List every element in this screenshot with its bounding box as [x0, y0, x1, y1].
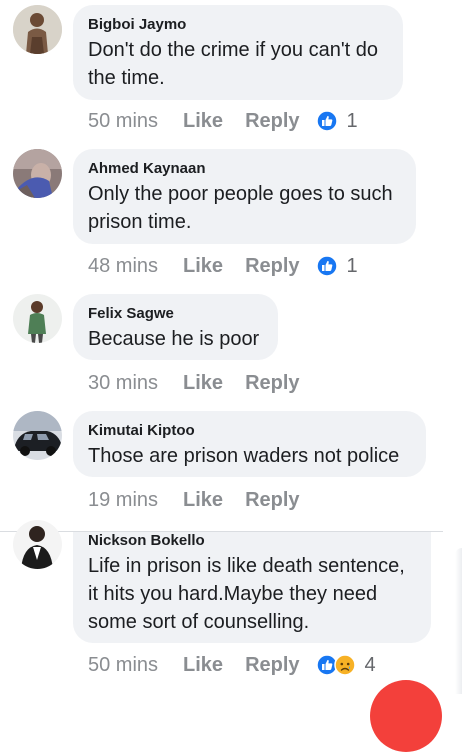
- avatar[interactable]: [13, 411, 62, 460]
- reply-button[interactable]: Reply: [245, 372, 299, 395]
- comment-time[interactable]: 50 mins: [88, 110, 158, 133]
- comment-actions: 50 mins Like Reply 4: [88, 652, 376, 678]
- reaction-summary[interactable]: 4: [315, 653, 376, 677]
- comment-author[interactable]: Bigboi Jaymo: [88, 16, 388, 34]
- comment-bubble: Ahmed Kaynaan Only the poor people goes …: [73, 149, 416, 244]
- like-button[interactable]: Like: [183, 110, 223, 133]
- comment-author[interactable]: Nickson Bokello: [88, 532, 416, 550]
- comment-text: Only the poor people goes to such prison…: [88, 183, 393, 233]
- comment-author[interactable]: Felix Sagwe: [88, 305, 263, 323]
- like-button[interactable]: Like: [183, 255, 223, 278]
- comment-bubble: Bigboi Jaymo Don't do the crime if you c…: [73, 5, 403, 100]
- like-button[interactable]: Like: [183, 372, 223, 395]
- like-button[interactable]: Like: [183, 654, 223, 677]
- comment-text: Don't do the crime if you can't do the t…: [88, 39, 379, 89]
- reply-button[interactable]: Reply: [245, 654, 299, 677]
- like-icon: [315, 110, 338, 132]
- comment-text: Because he is poor: [88, 328, 260, 350]
- comment-author[interactable]: Ahmed Kaynaan: [88, 160, 401, 178]
- reply-button[interactable]: Reply: [245, 110, 299, 133]
- reply-button[interactable]: Reply: [245, 489, 299, 512]
- reaction-count: 4: [364, 653, 376, 676]
- comment-actions: 30 mins Like Reply: [88, 370, 316, 396]
- comment-text: Those are prison waders not police: [88, 445, 400, 467]
- comment-bubble: Kimutai Kiptoo Those are prison waders n…: [73, 411, 426, 477]
- comment-time[interactable]: 30 mins: [88, 372, 158, 395]
- avatar[interactable]: [13, 520, 62, 569]
- reaction-summary[interactable]: 1: [315, 109, 358, 133]
- floating-action-button[interactable]: [370, 680, 442, 752]
- comment-bubble: Felix Sagwe Because he is poor: [73, 294, 278, 360]
- reaction-icons: [315, 654, 356, 676]
- reaction-summary[interactable]: 1: [315, 254, 358, 278]
- comment-author[interactable]: Kimutai Kiptoo: [88, 422, 411, 440]
- like-button[interactable]: Like: [183, 489, 223, 512]
- comment-text: Life in prison is like death sentence, i…: [88, 555, 405, 633]
- reaction-count: 1: [346, 109, 358, 132]
- comment-actions: 48 mins Like Reply 1: [88, 253, 358, 279]
- reply-button[interactable]: Reply: [245, 255, 299, 278]
- sad-icon: [333, 654, 356, 676]
- comment-time[interactable]: 50 mins: [88, 654, 158, 677]
- avatar[interactable]: [13, 5, 62, 54]
- comment-actions: 19 mins Like Reply: [88, 487, 316, 513]
- like-icon: [315, 255, 338, 277]
- comment-bubble: Nickson Bokello Life in prison is like d…: [73, 532, 431, 643]
- comment-time[interactable]: 19 mins: [88, 489, 158, 512]
- comment-actions: 50 mins Like Reply 1: [88, 108, 358, 134]
- side-panel-edge: [455, 548, 462, 694]
- avatar[interactable]: [13, 294, 62, 343]
- reaction-count: 1: [346, 254, 358, 277]
- avatar[interactable]: [13, 149, 62, 198]
- comment-time[interactable]: 48 mins: [88, 255, 158, 278]
